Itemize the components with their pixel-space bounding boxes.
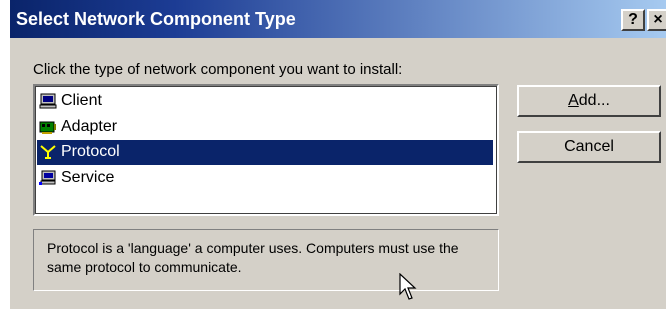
select-network-component-dialog: Select Network Component Type ? × Click …	[10, 0, 666, 309]
protocol-icon	[40, 145, 56, 159]
window-title: Select Network Component Type	[16, 9, 296, 29]
title-bar[interactable]: Select Network Component Type ? ×	[10, 0, 666, 38]
list-item-service[interactable]: Service	[37, 166, 493, 191]
list-item-label: Protocol	[61, 143, 120, 160]
instruction-label: Click the type of network component you …	[33, 61, 403, 78]
list-item-label: Service	[61, 169, 115, 186]
add-button-mnemonic: A	[568, 92, 579, 109]
service-icon	[39, 170, 56, 185]
mouse-pointer-icon	[399, 273, 417, 300]
list-item-client[interactable]: Client	[37, 89, 493, 114]
list-item-protocol[interactable]: Protocol	[37, 140, 493, 165]
list-item-adapter[interactable]: Adapter	[37, 115, 493, 140]
list-item-label: Client	[61, 92, 102, 109]
network-adapter-icon	[39, 121, 56, 134]
close-button[interactable]: ×	[647, 9, 666, 31]
add-button[interactable]: Add...	[517, 85, 661, 117]
description-box: Protocol is a 'language' a computer uses…	[33, 229, 499, 291]
help-button[interactable]: ?	[621, 9, 645, 31]
client-computer-icon	[39, 93, 57, 109]
cancel-button[interactable]: Cancel	[517, 131, 661, 163]
list-item-label: Adapter	[61, 118, 118, 135]
description-text: Protocol is a 'language' a computer uses…	[47, 240, 459, 275]
add-button-label: dd...	[578, 92, 610, 109]
component-type-list[interactable]: Client Adapter Protocol Service	[33, 84, 499, 216]
